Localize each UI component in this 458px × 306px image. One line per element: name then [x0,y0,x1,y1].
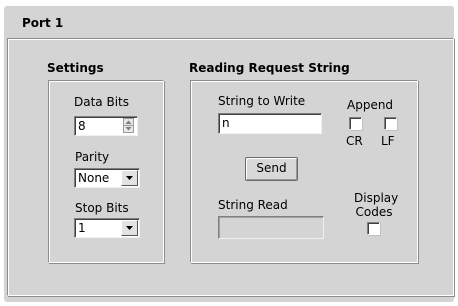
display-codes-label-line2: Codes [355,205,393,219]
port-title: Port 1 [22,16,64,30]
string-read-display [218,216,324,239]
append-lf-label: LF [381,134,395,148]
string-to-write-label: String to Write [218,94,306,108]
string-to-write-input[interactable]: n [218,113,322,134]
string-to-write-value: n [222,116,230,130]
display-codes-label-line1: Display [354,191,399,205]
chevron-down-icon [126,226,133,230]
send-button[interactable]: Send [245,157,298,181]
stop-bits-label: Stop Bits [75,201,129,215]
spinner-arrows-icon [124,120,133,131]
parity-label: Parity [75,150,110,164]
append-label: Append [347,98,394,112]
request-title: Reading Request String [189,61,350,75]
data-bits-value: 8 [78,119,86,133]
stop-bits-value: 1 [78,221,86,235]
stop-bits-dropdown-button[interactable] [121,220,138,236]
append-lf-checkbox[interactable] [384,117,397,130]
string-read-label: String Read [218,198,288,212]
append-cr-label: CR [346,134,363,148]
chevron-down-icon [126,176,133,180]
parity-value: None [78,171,110,185]
data-bits-spinner[interactable] [123,118,134,133]
settings-title: Settings [47,61,104,75]
append-cr-checkbox[interactable] [349,117,362,130]
display-codes-checkbox[interactable] [367,222,380,235]
data-bits-label: Data Bits [74,95,129,109]
parity-dropdown-button[interactable] [121,170,138,186]
